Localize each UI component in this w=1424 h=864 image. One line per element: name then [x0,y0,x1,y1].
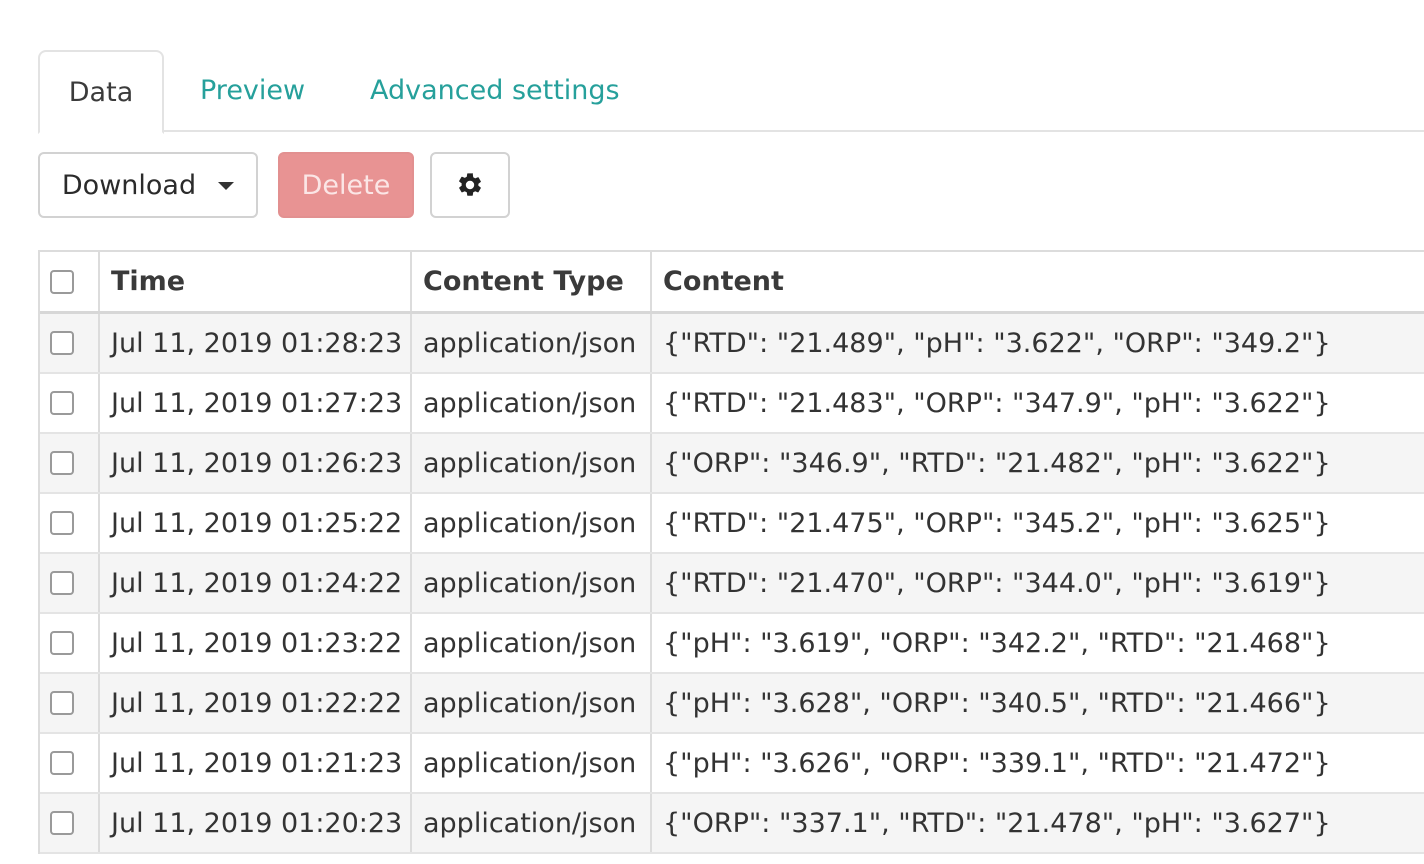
row-checkbox[interactable] [50,451,74,475]
gear-icon [459,173,481,196]
column-header-content-type[interactable]: Content Type [412,252,652,311]
row-checkbox[interactable] [50,691,74,715]
row-time: Jul 11, 2019 01:26:23 [100,434,412,492]
row-time: Jul 11, 2019 01:20:23 [100,794,412,852]
row-content: {"ORP": "346.9", "RTD": "21.482", "pH": … [663,447,1331,479]
caret-down-icon [218,182,235,190]
row-checkbox[interactable] [50,331,74,355]
row-time: Jul 11, 2019 01:28:23 [100,314,412,372]
row-content: {"pH": "3.619", "ORP": "342.2", "RTD": "… [663,627,1331,659]
row-checkbox-cell [40,554,100,612]
row-content-type: application/json [412,734,652,792]
tab-bar: Data Preview Advanced settings [38,50,1424,134]
row-checkbox-cell [40,494,100,552]
row-checkbox-cell [40,674,100,732]
row-checkbox[interactable] [50,511,74,535]
row-content: {"RTD": "21.489", "pH": "3.622", "ORP": … [663,327,1331,359]
tab-data[interactable]: Data [38,50,164,134]
row-content-type: application/json [412,614,652,672]
row-content-type: application/json [412,494,652,552]
row-content: {"RTD": "21.470", "ORP": "344.0", "pH": … [663,567,1331,599]
row-checkbox[interactable] [50,751,74,775]
select-all-checkbox[interactable] [50,269,74,294]
table-row[interactable]: Jul 11, 2019 01:26:23 application/json {… [40,434,1424,494]
row-checkbox[interactable] [50,631,74,655]
download-button-label: Download [61,169,197,201]
table-row[interactable]: Jul 11, 2019 01:24:22 application/json {… [40,554,1424,614]
row-checkbox-cell [40,374,100,432]
table-header-row: Time Content Type Content [40,252,1424,314]
row-time: Jul 11, 2019 01:21:23 [100,734,412,792]
delete-button-label: Delete [301,169,391,201]
table-row[interactable]: Jul 11, 2019 01:28:23 application/json {… [40,314,1424,374]
tab-advanced-settings[interactable]: Advanced settings [370,50,620,132]
delete-button[interactable]: Delete [278,152,414,218]
column-header-content[interactable]: Content [652,252,1424,311]
row-checkbox[interactable] [50,811,74,835]
row-checkbox-cell [40,734,100,792]
row-content: {"ORP": "337.1", "RTD": "21.478", "pH": … [663,807,1331,839]
row-checkbox-cell [40,614,100,672]
table-row[interactable]: Jul 11, 2019 01:25:22 application/json {… [40,494,1424,554]
row-checkbox-cell [40,794,100,852]
row-content-type: application/json [412,794,652,852]
row-time: Jul 11, 2019 01:25:22 [100,494,412,552]
row-checkbox[interactable] [50,571,74,595]
table-row[interactable]: Jul 11, 2019 01:23:22 application/json {… [40,614,1424,674]
table-row[interactable]: Jul 11, 2019 01:22:22 application/json {… [40,674,1424,734]
row-checkbox-cell [40,434,100,492]
row-time: Jul 11, 2019 01:24:22 [100,554,412,612]
tab-preview[interactable]: Preview [200,50,305,132]
row-checkbox[interactable] [50,391,74,415]
header-checkbox-cell [40,252,100,311]
row-time: Jul 11, 2019 01:22:22 [100,674,412,732]
row-content: {"RTD": "21.475", "ORP": "345.2", "pH": … [663,507,1331,539]
table-row[interactable]: Jul 11, 2019 01:20:23 application/json {… [40,794,1424,854]
row-content: {"RTD": "21.483", "ORP": "347.9", "pH": … [663,387,1331,419]
row-checkbox-cell [40,314,100,372]
data-table: Time Content Type Content Jul 11, 2019 0… [38,250,1424,854]
row-content-type: application/json [412,674,652,732]
column-header-time[interactable]: Time [100,252,412,311]
table-row[interactable]: Jul 11, 2019 01:27:23 application/json {… [40,374,1424,434]
row-time: Jul 11, 2019 01:23:22 [100,614,412,672]
row-content: {"pH": "3.626", "ORP": "339.1", "RTD": "… [663,747,1331,779]
row-time: Jul 11, 2019 01:27:23 [100,374,412,432]
row-content-type: application/json [412,554,652,612]
settings-button[interactable] [430,152,510,218]
row-content: {"pH": "3.628", "ORP": "340.5", "RTD": "… [663,687,1331,719]
download-button[interactable]: Download [38,152,258,218]
row-content-type: application/json [412,434,652,492]
row-content-type: application/json [412,374,652,432]
row-content-type: application/json [412,314,652,372]
table-row[interactable]: Jul 11, 2019 01:21:23 application/json {… [40,734,1424,794]
